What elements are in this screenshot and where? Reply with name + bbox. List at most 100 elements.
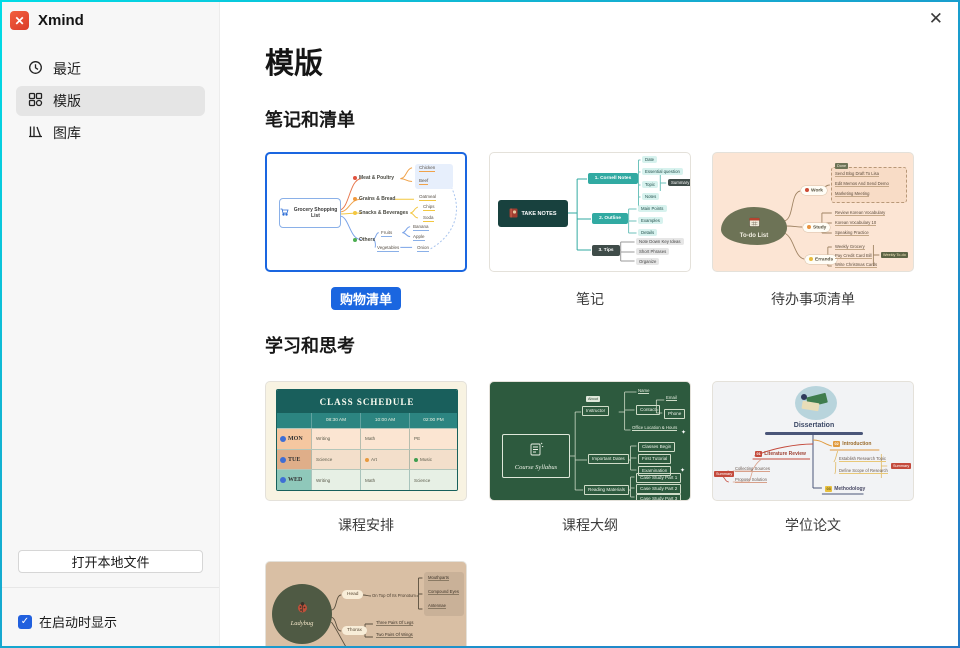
branch-label: Grains & Bread [353, 196, 395, 202]
template-card-dissertation[interactable]: Dissertation 01Literature Review Collect… [712, 381, 914, 501]
template-label-grocery: 购物清单 [265, 287, 467, 310]
template-card-todo[interactable]: To-do List Work Done Send Blog Draft To … [712, 152, 914, 272]
todo-item: Marketing Meeting [835, 191, 869, 197]
branch-label: Meat & Poultry [353, 175, 394, 181]
sidebar-item-templates[interactable]: 模版 [16, 86, 205, 116]
sparkle-doodle: ✦ [681, 430, 686, 438]
branch-node: Important Dates [588, 454, 629, 464]
template-label-todo[interactable]: 待办事项清单 [712, 289, 914, 309]
todo-item: Speaking Practice [835, 230, 869, 236]
sidebar-item-recent[interactable]: 最近 [16, 54, 205, 84]
leaf-label: Two Pairs Of Wings [376, 632, 413, 638]
sidebar: ✕ Xmind 最近 模版 [2, 2, 220, 646]
cart-icon [280, 208, 289, 218]
sidebar-divider [2, 587, 219, 588]
templates-grid-icon [28, 92, 43, 110]
template-card-schedule[interactable]: CLASS SCHEDULE 08:30 AM 10:00 AM 02:00 P… [265, 381, 467, 501]
template-card-notes[interactable]: TAKE NOTES 1. Cornell Notes Date Essenti… [489, 152, 691, 272]
branch-pill: Head [342, 590, 363, 599]
about-tag: About [586, 396, 600, 402]
todo-item: Weekly Grocery [835, 244, 865, 250]
leaf-node: Date [642, 156, 657, 163]
schedule-time-header: 08:30 AM 10:00 AM 02:00 PM [277, 413, 457, 428]
main-panel: ✕ 模版 笔记和清单 [220, 2, 958, 646]
template-label-dissertation[interactable]: 学位论文 [712, 515, 914, 535]
grocery-thumbnail: Grocery Shopping List Meat & Poultry Chi… [267, 154, 465, 270]
section-title-study-thinking: 学习和思考 [265, 332, 355, 358]
template-card-syllabus[interactable]: Course Syllabus About Instructor Name Co… [489, 381, 691, 501]
summary-node: Summary [668, 179, 691, 186]
leaf-node: Organize [636, 258, 659, 265]
schedule-row-tue: TUE Science Art Music [277, 449, 457, 470]
day-icon [280, 436, 286, 442]
app-name: Xmind [38, 12, 84, 29]
branch-node: Reading Materials [584, 485, 629, 495]
sidebar-item-gallery[interactable]: 图库 [16, 118, 205, 148]
leaf-label: Fruits [381, 230, 392, 237]
leaf-label: Propose Solution [735, 477, 767, 483]
leaf-node: Office Location & Hours [632, 425, 677, 431]
summary-tag: Summary [891, 463, 911, 469]
branch-label: 03Methodology [825, 486, 865, 492]
sidebar-item-label: 最近 [53, 59, 81, 79]
notebook-doodle-icon [528, 442, 544, 462]
sidebar-item-label: 模版 [53, 91, 81, 111]
day-icon [280, 477, 286, 483]
branch-node: Instructor [582, 406, 609, 416]
day-icon [280, 457, 286, 463]
close-icon[interactable]: ✕ [929, 9, 943, 29]
mid-label: On Top Of Its Pronotum [372, 593, 416, 598]
leaf-node: Classes Begin [638, 442, 675, 452]
template-label-notes[interactable]: 笔记 [489, 289, 691, 309]
branch-pill: Work [801, 186, 827, 195]
show-at-startup-label: 在启动时显示 [39, 612, 117, 631]
todo-item: Write Christmas Cards [835, 262, 877, 268]
leaf-node: Main Points [638, 205, 666, 212]
leaf-label: Mouthparts [428, 575, 449, 581]
ladybug-central-node: Ladybug [272, 584, 332, 644]
open-local-file-button[interactable]: 打开本地文件 [18, 550, 203, 573]
template-card-ladybug[interactable]: Ladybug Head On Top Of Its Pronotum Mout… [265, 561, 467, 646]
leaf-node: Examples [638, 217, 663, 224]
ladybug-thumbnail: Ladybug Head On Top Of Its Pronotum Mout… [266, 562, 466, 646]
leaf-label: Apple [413, 234, 425, 241]
show-at-startup-checkbox[interactable]: ✓ [18, 615, 32, 629]
branch-pill: Errands [805, 255, 837, 264]
schedule-table: CLASS SCHEDULE 08:30 AM 10:00 AM 02:00 P… [276, 389, 458, 491]
sidebar-menu: 最近 模版 图库 [2, 52, 219, 150]
clock-icon [28, 60, 43, 78]
leaf-node: Short Phrases [636, 248, 669, 255]
branch-pill: Thorax [342, 626, 367, 635]
dissertation-root-bar [765, 432, 863, 435]
branch-label: 01Literature Review [755, 451, 806, 457]
leaf-node: Email [666, 395, 677, 401]
selected-template-label[interactable]: 购物清单 [331, 287, 401, 310]
summary-tag: Summary [714, 471, 734, 477]
dissertation-thumbnail: Dissertation 01Literature Review Collect… [713, 382, 913, 500]
schedule-title: CLASS SCHEDULE [277, 390, 457, 413]
todo-thumbnail: To-do List Work Done Send Blog Draft To … [713, 153, 913, 271]
syllabus-thumbnail: Course Syllabus About Instructor Name Co… [490, 382, 690, 500]
gallery-books-icon [28, 124, 43, 142]
leaf-node: Contact [636, 405, 660, 415]
branch-label: Snacks & Beverages [353, 210, 408, 216]
template-card-grocery[interactable]: Grocery Shopping List Meat & Poultry Chi… [265, 152, 467, 272]
leaf-node: Case Study Part 2 [636, 484, 681, 494]
xmind-logo-icon: ✕ [10, 11, 29, 30]
leaf-label: Onion [417, 245, 429, 252]
schedule-row-mon: MON Writing Math PE [277, 428, 457, 449]
leaf-node: Case Study Part 3 [636, 494, 681, 501]
dissertation-illustration [795, 386, 837, 420]
leaf-node: Note Down Key Ideas [636, 238, 684, 245]
branch-label: 02Introduction [833, 441, 871, 447]
leaf-node: Case Study Part 1 [636, 473, 681, 483]
notebook-icon [509, 208, 518, 220]
template-label-schedule[interactable]: 课程安排 [265, 515, 467, 535]
startup-option-row: ✓ 在启动时显示 [18, 612, 117, 631]
leaf-label: Compound Eyes [428, 589, 459, 595]
done-tag: Done [835, 163, 848, 169]
branch-label: Others [353, 237, 375, 243]
app-title-bar: ✕ Xmind [2, 2, 219, 36]
template-label-syllabus[interactable]: 课程大纲 [489, 515, 691, 535]
branch-node: 2. Outline [592, 213, 628, 224]
